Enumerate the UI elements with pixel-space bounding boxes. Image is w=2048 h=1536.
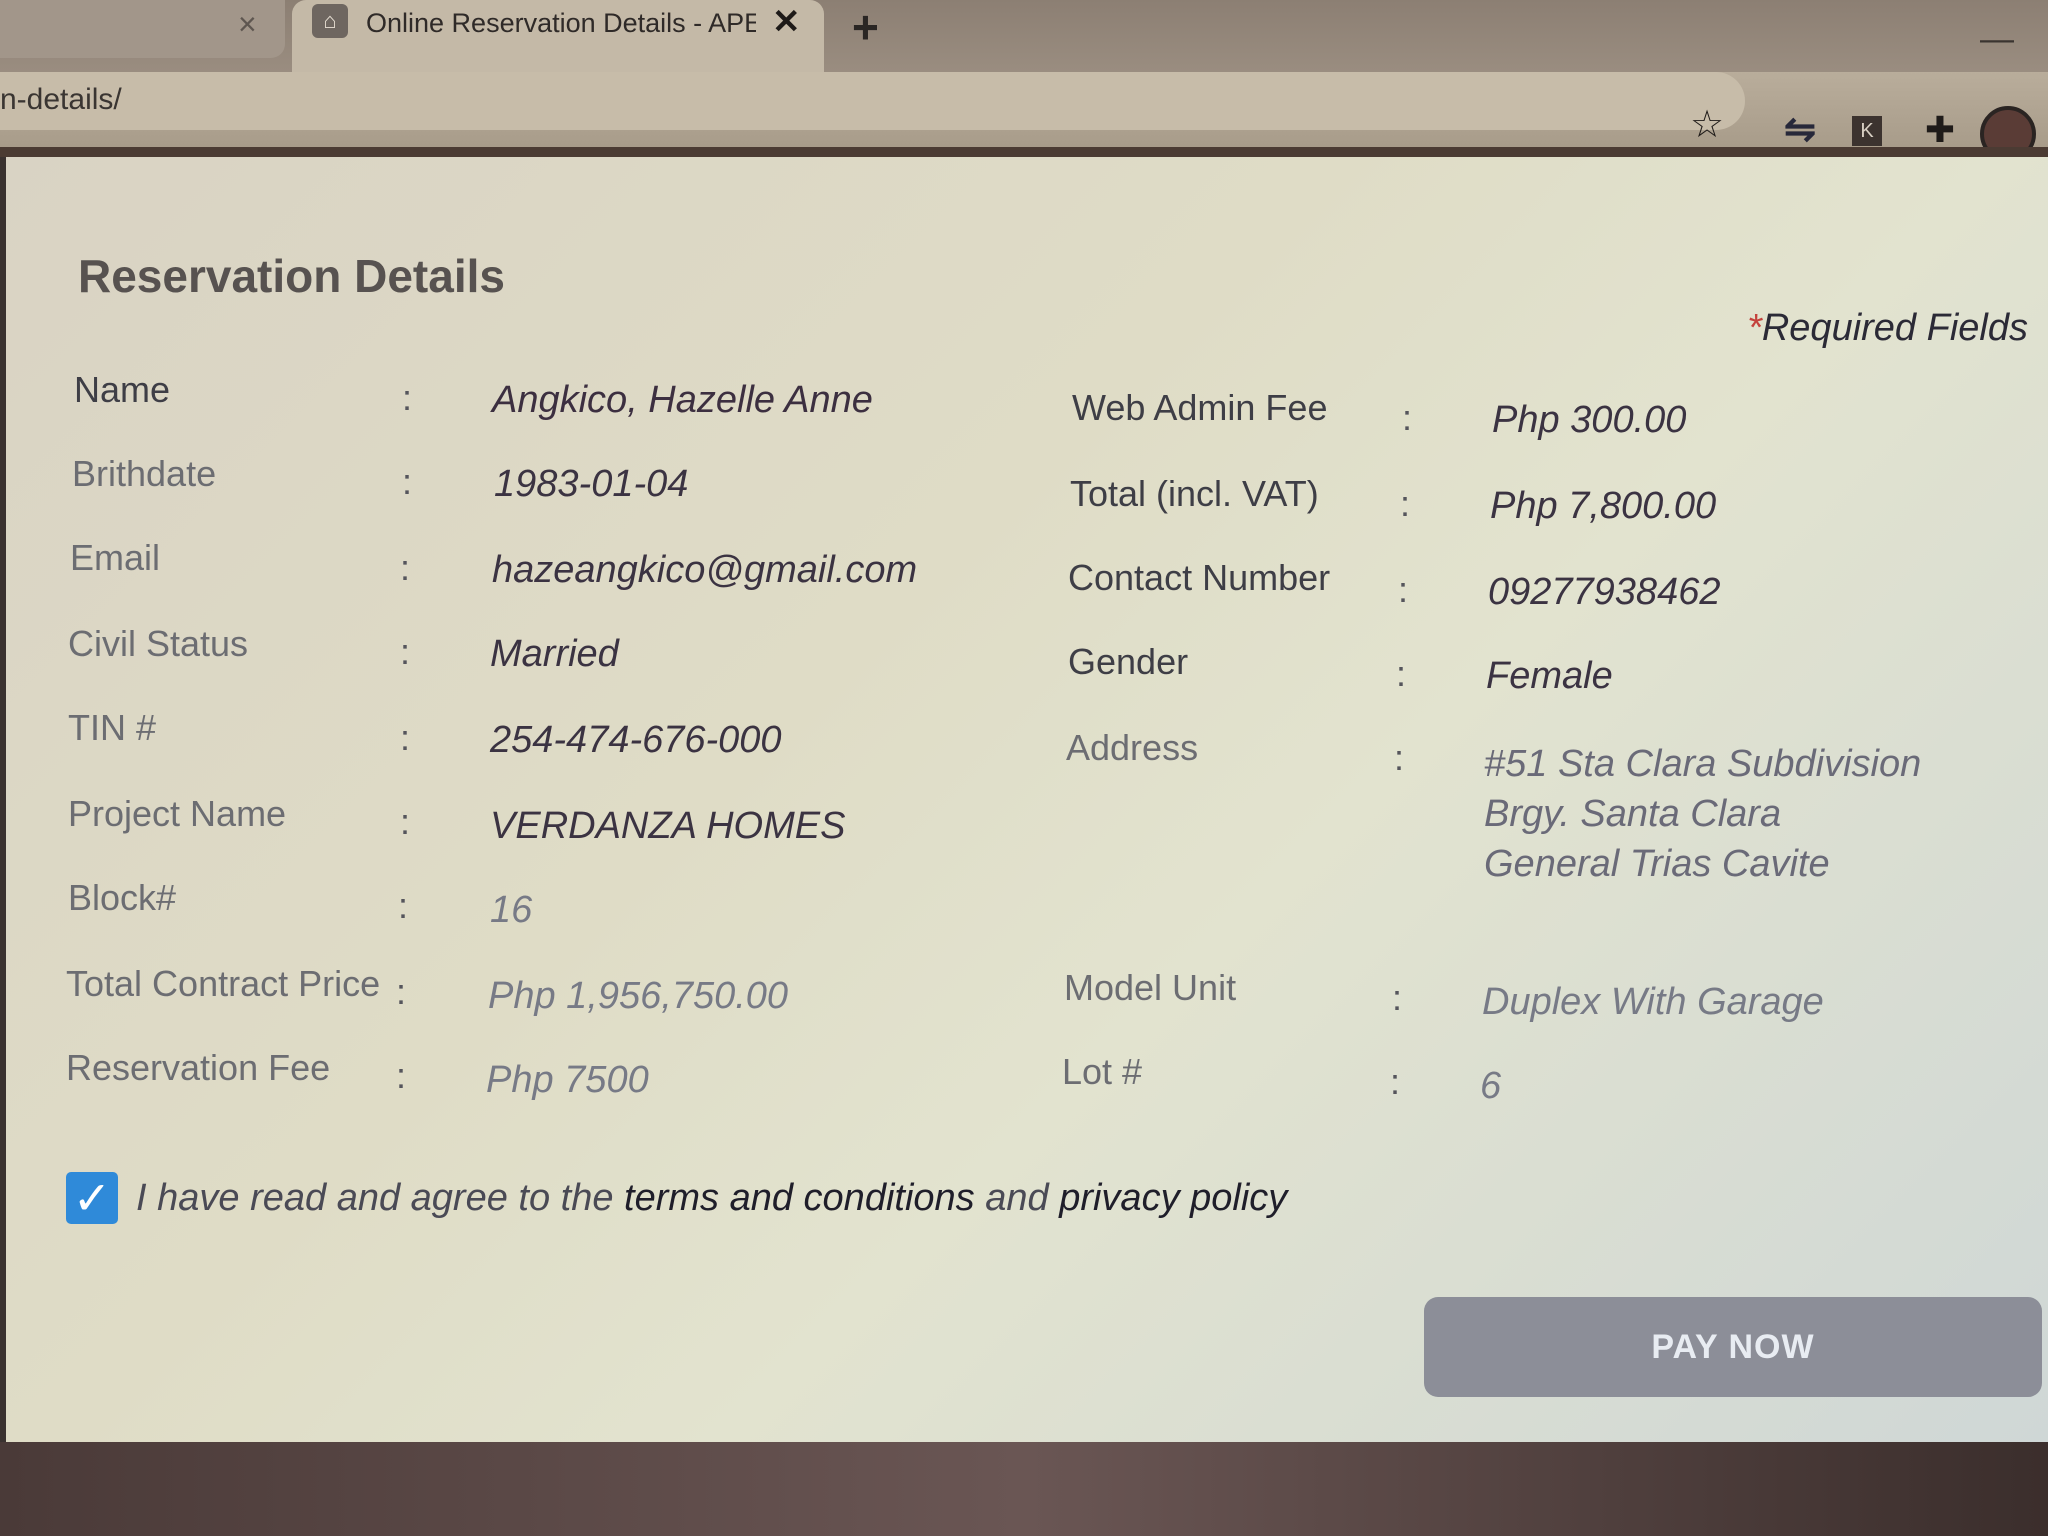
field-label-email: Email: [70, 537, 161, 578]
agree-checkbox[interactable]: ✓: [66, 1172, 118, 1224]
field-value-contact-number: 09277938462: [1488, 571, 1721, 613]
colon: :: [400, 717, 411, 758]
colon: :: [1398, 569, 1409, 610]
field-value-reservation-fee: Php 7500: [486, 1059, 649, 1101]
agree-label: I have read and agree to the terms and c…: [136, 1177, 1287, 1220]
apec-favicon-icon: ⌂: [312, 4, 348, 38]
field-value-total-incl-vat: Php 7,800.00: [1490, 485, 1717, 527]
colon: :: [400, 801, 411, 842]
field-label-block: Block#: [68, 877, 177, 918]
field-label-total-contract-price: Total Contract Price: [66, 963, 381, 1004]
privacy-link[interactable]: privacy policy: [1059, 1177, 1287, 1219]
field-label-web-admin-fee: Web Admin Fee: [1072, 387, 1328, 428]
field-label-civil-status: Civil Status: [68, 623, 249, 664]
close-icon[interactable]: ✕: [772, 2, 801, 42]
field-value-project-name: VERDANZA HOMES: [490, 805, 846, 847]
field-label-model-unit: Model Unit: [1064, 967, 1237, 1008]
field-value-model-unit: Duplex With Garage: [1482, 981, 1824, 1023]
colon: :: [1390, 1061, 1401, 1102]
field-value-name: Angkico, Hazelle Anne: [492, 379, 873, 421]
field-label-contact-number: Contact Number: [1068, 557, 1331, 598]
colon: :: [402, 377, 413, 418]
field-label-name: Name: [74, 369, 171, 410]
field-value-gender: Female: [1486, 655, 1613, 697]
required-asterisk: *: [1747, 307, 1762, 349]
colon: :: [400, 631, 411, 672]
field-label-lot: Lot #: [1062, 1051, 1143, 1092]
field-label-project-name: Project Name: [68, 793, 287, 834]
field-value-tin: 254-474-676-000: [490, 719, 782, 761]
url-text: n-details/: [0, 83, 122, 116]
reservation-page: Reservation Details *Required Fields Nam…: [6, 157, 2048, 1442]
tab-previous[interactable]: ×: [0, 0, 285, 58]
field-label-tin: TIN #: [68, 707, 157, 748]
field-label-address: Address: [1066, 727, 1199, 768]
field-value-lot: 6: [1480, 1065, 1502, 1107]
colon: :: [400, 547, 411, 588]
tab-title: Online Reservation Details - APEC: [366, 8, 756, 38]
colon: :: [402, 461, 413, 502]
field-value-email: hazeangkico@gmail.com: [492, 549, 918, 591]
colon: :: [1394, 737, 1405, 778]
colon: :: [396, 1055, 407, 1096]
field-label-total-incl-vat: Total (incl. VAT): [1070, 473, 1319, 514]
address-bar: n-details/ ☆ ⇋ K ✚: [0, 72, 2048, 162]
field-value-block: 16: [490, 889, 533, 931]
required-fields-note: *Required Fields: [1747, 307, 2028, 350]
pay-now-button[interactable]: PAY NOW: [1424, 1297, 2042, 1397]
colon: :: [1400, 483, 1411, 524]
colon: :: [1396, 653, 1407, 694]
colon: :: [1392, 977, 1403, 1018]
close-icon[interactable]: ×: [238, 6, 257, 43]
field-label-gender: Gender: [1068, 641, 1189, 682]
k-extension-icon[interactable]: K: [1852, 116, 1882, 146]
field-value-address: #51 Sta Clara Subdivision Brgy. Santa Cl…: [1484, 743, 1922, 885]
star-icon[interactable]: ☆: [1690, 102, 1724, 147]
colon: :: [1402, 397, 1413, 438]
field-value-total-contract-price: Php 1,956,750.00: [488, 975, 789, 1017]
page-title: Reservation Details: [78, 250, 505, 302]
field-value-civil-status: Married: [490, 633, 619, 675]
minimize-button[interactable]: —: [1980, 20, 2014, 59]
colon: :: [396, 971, 407, 1012]
tab-active[interactable]: ⌂ Online Reservation Details - APEC ✕: [292, 0, 824, 72]
sync-extension-icon[interactable]: ⇋: [1780, 110, 1820, 150]
field-label-reservation-fee: Reservation Fee: [66, 1047, 331, 1088]
field-value-birthdate: 1983-01-04: [494, 463, 689, 505]
check-icon: ✓: [72, 1172, 112, 1224]
divider: [0, 147, 2048, 157]
tab-strip: × ⌂ Online Reservation Details - APEC ✕ …: [0, 0, 2048, 72]
new-tab-button[interactable]: +: [852, 0, 879, 54]
field-value-web-admin-fee: Php 300.00: [1492, 399, 1687, 441]
puzzle-icon[interactable]: ✚: [1920, 110, 1960, 150]
background-desk: [0, 1442, 2048, 1536]
agree-middle: and: [974, 1177, 1060, 1219]
url-field[interactable]: n-details/: [0, 72, 1745, 130]
colon: :: [398, 885, 409, 926]
field-label-birthdate: Brithdate: [72, 453, 217, 494]
required-text: Required Fields: [1761, 307, 2028, 349]
agree-prefix: I have read and agree to the: [136, 1177, 625, 1219]
terms-link[interactable]: terms and conditions: [624, 1177, 975, 1219]
